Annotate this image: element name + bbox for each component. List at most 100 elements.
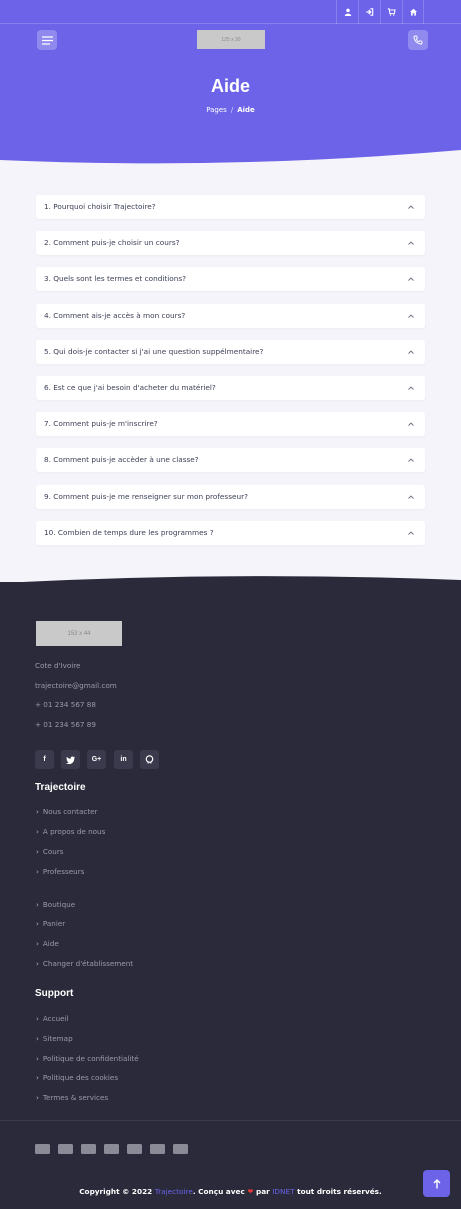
- credit-card-icon: [150, 1144, 165, 1154]
- faq-item[interactable]: 8. Comment puis-je accèder à une classe?: [36, 448, 425, 473]
- footer-logo[interactable]: 153 x 44: [36, 621, 122, 646]
- faq-item[interactable]: 3. Quels sont les termes et conditions?: [36, 267, 425, 292]
- breadcrumb-current: Aide: [237, 106, 255, 114]
- page-title: Aide: [210, 76, 250, 96]
- footer-link[interactable]: › Cours: [36, 847, 64, 856]
- back-to-top-button[interactable]: [423, 1170, 450, 1197]
- footer-phone-1[interactable]: + 01 234 567 88: [35, 700, 96, 709]
- chevron-right-icon: ›: [36, 939, 39, 948]
- faq-item[interactable]: 4. Comment ais-je accès à mon cours?: [36, 303, 425, 328]
- hamburger-icon: [41, 35, 53, 45]
- copyright-by: par: [253, 1187, 273, 1196]
- home-icon[interactable]: [402, 0, 424, 24]
- chevron-up-icon[interactable]: [407, 420, 415, 428]
- footer-link-label: Sitemap: [42, 1034, 73, 1043]
- breadcrumb-separator: /: [230, 106, 234, 114]
- footer: [0, 582, 461, 1209]
- paypal-icon: [127, 1144, 142, 1154]
- footer-link[interactable]: › Panier: [36, 919, 65, 928]
- linkedin-icon[interactable]: in: [114, 750, 133, 769]
- faq-item[interactable]: 10. Combien de temps dure les programmes…: [36, 520, 425, 545]
- footer-link[interactable]: › Changer d'établissement: [36, 959, 133, 968]
- footer-link[interactable]: › Politique des cookies: [36, 1073, 118, 1082]
- cart-icon[interactable]: [380, 0, 402, 24]
- footer-link[interactable]: › A propos de nous: [36, 827, 105, 836]
- footer-link-label: Boutique: [42, 900, 76, 909]
- footer-link[interactable]: › Sitemap: [36, 1034, 73, 1043]
- stripe-icon: [173, 1144, 188, 1154]
- footer-link[interactable]: › Nous contacter: [36, 807, 98, 816]
- footer-link[interactable]: › Aide: [36, 939, 59, 948]
- footer-link-label: Aide: [42, 939, 59, 948]
- faq-item[interactable]: 9. Comment puis-je me renseigner sur mon…: [36, 484, 425, 509]
- faq-question: 7. Comment puis-je m'inscrire?: [44, 419, 158, 429]
- chevron-right-icon: ›: [36, 1093, 39, 1102]
- twitter-icon[interactable]: [61, 750, 80, 769]
- footer-email[interactable]: trajectoire@gmail.com: [35, 681, 117, 690]
- footer-link-label: A propos de nous: [42, 827, 106, 836]
- footer-divider: [0, 1120, 461, 1121]
- faq-question: 2. Comment puis-je choisir un cours?: [44, 238, 180, 248]
- menu-button[interactable]: [37, 30, 57, 50]
- footer-link-label: Politique des cookies: [42, 1073, 119, 1082]
- user-icon[interactable]: [336, 0, 358, 24]
- footer-phone-2[interactable]: + 01 234 567 89: [35, 720, 96, 729]
- faq-item[interactable]: 1. Pourquoi choisir Trajectoire?: [36, 195, 425, 219]
- page-hero: 125 x 30 Aide Pages / Aide: [0, 0, 461, 170]
- footer-link-label: Accueil: [42, 1014, 69, 1023]
- footer-link-label: Nous contacter: [42, 807, 98, 816]
- site-logo[interactable]: 125 x 30: [197, 30, 265, 49]
- faq-question: 6. Est ce que j'ai besoin d'acheter du m…: [44, 383, 216, 392]
- top-bar: [0, 0, 461, 24]
- phone-button[interactable]: [408, 30, 428, 50]
- chevron-up-icon[interactable]: [407, 456, 415, 464]
- footer-link-label: Termes & services: [42, 1093, 109, 1102]
- facebook-icon[interactable]: f: [35, 750, 54, 769]
- faq-question: 3. Quels sont les termes et conditions?: [44, 274, 187, 284]
- chevron-right-icon: ›: [36, 1034, 39, 1043]
- chevron-up-icon[interactable]: [407, 529, 415, 537]
- faq-question: 5. Qui dois-je contacter si j'ai une que…: [44, 346, 264, 356]
- chevron-up-icon[interactable]: [407, 203, 415, 211]
- chevron-right-icon: ›: [36, 807, 39, 816]
- footer-link-label: Changer d'établissement: [42, 959, 134, 968]
- chevron-up-icon[interactable]: [407, 239, 415, 247]
- footer-link[interactable]: › Termes & services: [36, 1093, 108, 1102]
- chevron-right-icon: ›: [36, 959, 39, 968]
- chevron-up-icon[interactable]: [407, 384, 415, 392]
- footer-link-label: Cours: [42, 847, 64, 856]
- copyright-text: Copyright © 2022 Trajectoire. Conçu avec…: [0, 1187, 461, 1196]
- google-plus-icon[interactable]: G+: [87, 750, 106, 769]
- footer-section-title-support: Support: [35, 988, 74, 999]
- copyright-brand-link[interactable]: Trajectoire: [155, 1187, 193, 1196]
- footer-link[interactable]: › Boutique: [36, 900, 75, 909]
- github-icon[interactable]: [140, 750, 159, 769]
- faq-item[interactable]: 5. Qui dois-je contacter si j'ai une que…: [36, 339, 425, 364]
- chevron-up-icon[interactable]: [407, 493, 415, 501]
- footer-link[interactable]: › Accueil: [36, 1014, 69, 1023]
- chevron-right-icon: ›: [36, 867, 39, 876]
- copyright-company-link[interactable]: IDNET: [272, 1187, 294, 1196]
- faq-question: 1. Pourquoi choisir Trajectoire?: [44, 202, 156, 211]
- footer-link[interactable]: › Professeurs: [36, 867, 84, 876]
- breadcrumb-pages[interactable]: Pages: [206, 106, 227, 114]
- faq-question: 10. Combien de temps dure les programmes…: [44, 527, 214, 537]
- faq-item[interactable]: 7. Comment puis-je m'inscrire?: [36, 412, 425, 437]
- hero-curve-divider: [0, 150, 461, 174]
- chevron-up-icon[interactable]: [407, 275, 415, 283]
- chevron-right-icon: ›: [36, 900, 39, 909]
- chevron-right-icon: ›: [36, 1054, 39, 1063]
- sign-in-icon[interactable]: [358, 0, 380, 24]
- footer-link[interactable]: › Politique de confidentialité: [36, 1054, 139, 1063]
- chevron-up-icon[interactable]: [407, 312, 415, 320]
- faq-item[interactable]: 2. Comment puis-je choisir un cours?: [36, 231, 425, 256]
- faq-item[interactable]: 6. Est ce que j'ai besoin d'acheter du m…: [36, 376, 425, 400]
- faq-question: 8. Comment puis-je accèder à une classe?: [44, 455, 199, 465]
- phone-icon: [413, 35, 423, 45]
- mastercard-icon: [104, 1144, 119, 1154]
- amex-icon: [35, 1144, 50, 1154]
- card-icon: [81, 1144, 96, 1154]
- chevron-right-icon: ›: [36, 847, 39, 856]
- chevron-up-icon[interactable]: [407, 348, 415, 356]
- chevron-right-icon: ›: [36, 827, 39, 836]
